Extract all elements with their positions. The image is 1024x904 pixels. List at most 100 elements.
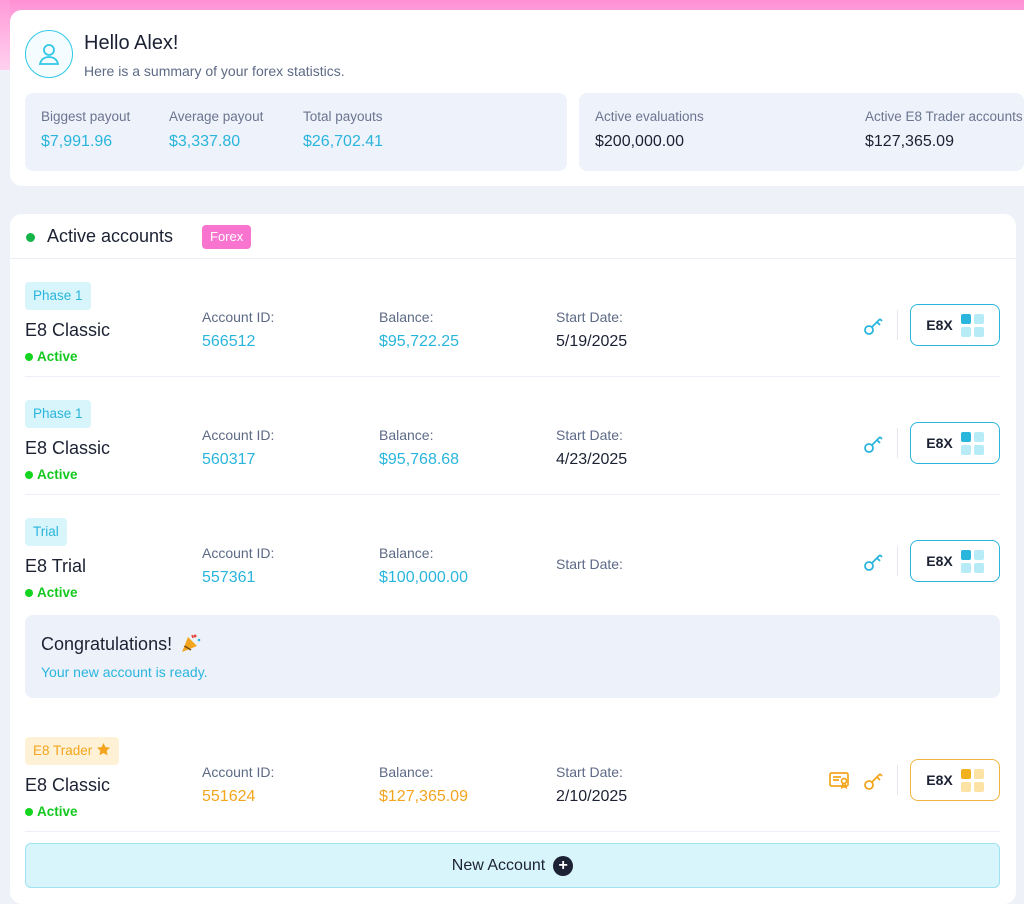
- start-date-label: Start Date:: [556, 309, 623, 325]
- active-dot-icon: [25, 470, 33, 479]
- start-date-label: Start Date:: [556, 764, 623, 780]
- active-trader-accounts-label: Active E8 Trader accounts: [865, 109, 1023, 124]
- status-text: Active: [37, 804, 78, 819]
- payout-stats: Biggest payout $7,991.96 Average payout …: [25, 93, 567, 171]
- account-row: E8 Trader E8 Classic Active Account ID: …: [25, 714, 1000, 832]
- party-popper-icon: [182, 634, 201, 652]
- dashboard-grid-icon: [960, 313, 984, 337]
- dashboard-grid-icon: [960, 431, 984, 455]
- balance-label: Balance:: [379, 427, 434, 443]
- active-dot-icon: [25, 352, 33, 361]
- credentials-key-icon[interactable]: [861, 430, 887, 456]
- average-payout-value: $3,337.80: [169, 133, 241, 150]
- account-id-value: 557361: [202, 569, 256, 586]
- active-accounts-card: Active accounts Forex Phase 1 E8 Classic…: [10, 214, 1016, 904]
- dashboard-grid-icon: [960, 768, 984, 792]
- start-date-value: 4/23/2025: [556, 451, 628, 468]
- congratulations-title: Congratulations!: [41, 633, 202, 655]
- average-payout-label: Average payout: [169, 109, 264, 124]
- account-name: E8 Classic: [25, 775, 111, 795]
- phase-badge: Phase 1: [25, 282, 91, 310]
- divider: [897, 310, 898, 340]
- biggest-payout-value: $7,991.96: [41, 133, 113, 150]
- account-row: Phase 1 E8 Classic Active Account ID: 56…: [25, 377, 1000, 495]
- balance-label: Balance:: [379, 309, 434, 325]
- e8x-label: E8X: [926, 772, 953, 788]
- balance-value: $95,722.25: [379, 333, 460, 350]
- accounts-header: Active accounts Forex: [10, 214, 1016, 259]
- balance-value: $100,000.00: [379, 569, 468, 586]
- account-name: E8 Trial: [25, 556, 87, 576]
- balance-value: $95,768.68: [379, 451, 460, 468]
- status-indicator: Active: [25, 467, 78, 482]
- status-dot-icon: [26, 233, 35, 242]
- account-id-label: Account ID:: [202, 545, 275, 561]
- divider: [897, 546, 898, 576]
- phase-badge: Trial: [25, 518, 67, 546]
- account-id-value: 551624: [202, 788, 256, 805]
- credentials-key-icon[interactable]: [861, 767, 887, 793]
- divider: [897, 428, 898, 458]
- e8x-label: E8X: [926, 435, 953, 451]
- credentials-key-icon[interactable]: [861, 548, 887, 574]
- account-row: Trial E8 Trial Active Account ID: 557361…: [25, 495, 1000, 613]
- active-evaluations-value: $200,000.00: [595, 133, 684, 150]
- new-account-label: New Account: [451, 856, 546, 874]
- account-row: Phase 1 E8 Classic Active Account ID: 56…: [25, 259, 1000, 377]
- start-date-value: 2/10/2025: [556, 788, 628, 805]
- account-id-label: Account ID:: [202, 309, 275, 325]
- greeting-title: Hello Alex!: [84, 32, 179, 54]
- summary-card: Hello Alex! Here is a summary of your fo…: [10, 10, 1024, 186]
- e8x-label: E8X: [926, 553, 953, 569]
- accounts-title: Active accounts: [47, 226, 174, 246]
- balance-label: Balance:: [379, 545, 434, 561]
- start-date-label: Start Date:: [556, 427, 623, 443]
- status-text: Active: [37, 467, 78, 482]
- start-date-label: Start Date:: [556, 556, 623, 572]
- active-trader-accounts-value: $127,365.09: [865, 133, 954, 150]
- phase-badge-label: E8 Trader: [33, 743, 93, 758]
- congratulations-text: Congratulations!: [41, 634, 173, 654]
- e8x-button[interactable]: E8X: [910, 304, 1000, 346]
- phase-badge: E8 Trader: [25, 737, 120, 765]
- divider: [897, 765, 898, 795]
- congratulations-subtitle: Your new account is ready.: [41, 664, 208, 680]
- e8x-button[interactable]: E8X: [910, 422, 1000, 464]
- active-dot-icon: [25, 588, 33, 597]
- biggest-payout-label: Biggest payout: [41, 109, 131, 124]
- status-text: Active: [37, 349, 78, 364]
- e8x-button[interactable]: E8X: [910, 540, 1000, 582]
- start-date-value: 5/19/2025: [556, 333, 628, 350]
- account-name: E8 Classic: [25, 438, 111, 458]
- certificate-icon[interactable]: [827, 767, 853, 793]
- star-icon: [97, 742, 111, 756]
- evaluation-stats: Active evaluations $200,000.00 Active E8…: [579, 93, 1024, 171]
- congratulations-banner: Congratulations! Your new account is rea…: [25, 615, 1000, 698]
- forex-badge: Forex: [202, 225, 252, 249]
- account-id-label: Account ID:: [202, 764, 275, 780]
- user-icon: [38, 44, 60, 65]
- new-account-button[interactable]: New Account +: [25, 843, 1000, 888]
- total-payouts-label: Total payouts: [303, 109, 383, 124]
- balance-label: Balance:: [379, 764, 434, 780]
- greeting-subtitle: Here is a summary of your forex statisti…: [84, 63, 345, 79]
- plus-icon: +: [553, 855, 574, 876]
- status-indicator: Active: [25, 349, 78, 364]
- active-dot-icon: [25, 807, 33, 816]
- credentials-key-icon[interactable]: [861, 312, 887, 338]
- active-evaluations-label: Active evaluations: [595, 109, 704, 124]
- avatar: [25, 30, 73, 78]
- account-id-value: 560317: [202, 451, 256, 468]
- account-name: E8 Classic: [25, 320, 111, 340]
- e8x-button[interactable]: E8X: [910, 759, 1000, 801]
- total-payouts-value: $26,702.41: [303, 133, 384, 150]
- balance-value: $127,365.09: [379, 788, 468, 805]
- phase-badge: Phase 1: [25, 400, 91, 428]
- account-id-label: Account ID:: [202, 427, 275, 443]
- dashboard-grid-icon: [960, 549, 984, 573]
- status-indicator: Active: [25, 804, 78, 819]
- e8x-label: E8X: [926, 317, 953, 333]
- status-indicator: Active: [25, 585, 78, 600]
- status-text: Active: [37, 585, 78, 600]
- account-id-value: 566512: [202, 333, 256, 350]
